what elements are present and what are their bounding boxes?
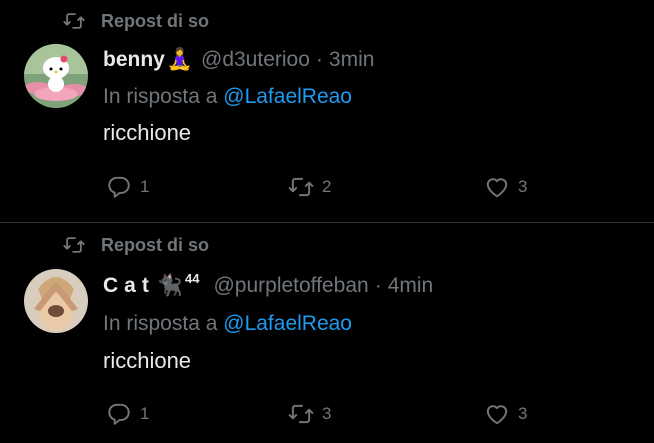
repost-icon — [63, 13, 85, 29]
reply-count: 1 — [140, 404, 150, 423]
tweet[interactable]: Repost di so Cat 🐈‍⬛ 44 @purpletoffeban … — [0, 224, 654, 443]
like-button[interactable]: 3 — [484, 174, 527, 200]
separator: · — [374, 274, 382, 297]
reply-count: 1 — [140, 177, 150, 196]
reply-context: In risposta a @LafaelReao — [103, 312, 352, 336]
reply-prefix: In risposta a — [103, 312, 218, 335]
repost-button[interactable]: 3 — [288, 401, 331, 427]
reply-mention[interactable]: @LafaelReao — [223, 312, 352, 335]
timestamp[interactable]: 4min — [388, 274, 434, 298]
tweet[interactable]: Repost di so benny 🧘‍♀️ @d3uterioo · — [0, 0, 654, 222]
author-name[interactable]: Cat — [103, 274, 155, 298]
like-icon — [486, 405, 508, 425]
like-count: 3 — [518, 177, 528, 196]
timeline-feed: Repost di so benny 🧘‍♀️ @d3uterioo · — [0, 0, 654, 443]
author-emoji: 🧘‍♀️ — [166, 48, 193, 71]
repost-icon — [288, 404, 314, 424]
reply-button[interactable]: 1 — [106, 174, 149, 200]
tweet-text: ricchione — [103, 348, 192, 373]
avatar[interactable] — [24, 44, 88, 108]
repost-button[interactable]: 2 — [288, 174, 331, 200]
author-name[interactable]: benny — [103, 48, 165, 72]
like-icon — [486, 178, 508, 198]
repost-context: Repost di so — [63, 234, 209, 256]
like-button[interactable]: 3 — [484, 401, 527, 427]
reply-icon — [108, 403, 130, 425]
repost-count: 3 — [322, 404, 332, 423]
reply-context: In risposta a @LafaelReao — [103, 85, 352, 109]
timestamp[interactable]: 3min — [329, 48, 375, 72]
avatar[interactable] — [24, 269, 88, 333]
author-name-suffix: 44 — [185, 270, 200, 286]
repost-icon — [63, 237, 85, 253]
tweet-header: benny 🧘‍♀️ @d3uterioo · 3min — [103, 46, 374, 74]
reply-mention[interactable]: @LafaelReao — [223, 85, 352, 108]
repost-label[interactable]: Repost di so — [101, 11, 209, 32]
repost-count: 2 — [322, 177, 332, 196]
repost-label[interactable]: Repost di so — [101, 235, 209, 256]
reply-icon — [108, 176, 130, 198]
author-emoji: 🐈‍⬛ — [156, 274, 183, 297]
tweet-header: Cat 🐈‍⬛ 44 @purpletoffeban · 4min — [103, 270, 434, 300]
author-handle[interactable]: @purpletoffeban — [213, 274, 368, 298]
like-count: 3 — [518, 404, 528, 423]
tweet-text: ricchione — [103, 120, 192, 145]
reply-button[interactable]: 1 — [106, 401, 149, 427]
repost-context: Repost di so — [63, 10, 209, 32]
repost-icon — [288, 177, 314, 197]
reply-prefix: In risposta a — [103, 85, 218, 108]
separator: · — [315, 48, 323, 71]
tweet-divider — [0, 222, 654, 223]
author-handle[interactable]: @d3uterioo — [201, 48, 310, 72]
